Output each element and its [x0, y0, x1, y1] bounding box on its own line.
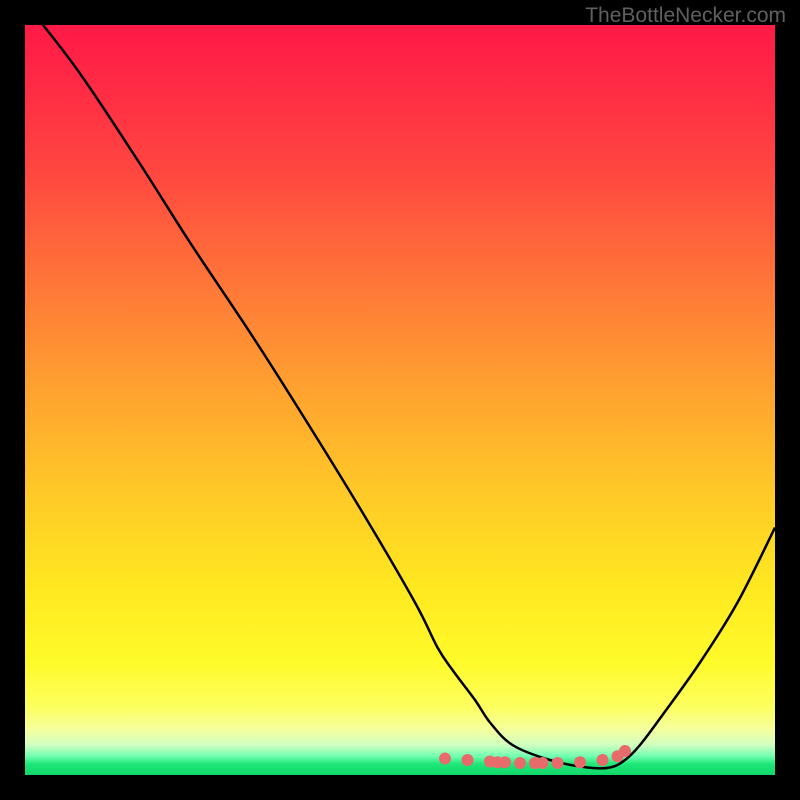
highlight-dot	[439, 753, 451, 765]
highlight-dot	[484, 756, 496, 768]
highlight-dot	[529, 757, 541, 769]
highlight-dot	[552, 757, 564, 769]
highlight-dots	[439, 745, 631, 769]
highlight-dot	[499, 756, 511, 768]
highlight-dot	[597, 754, 609, 766]
watermark-text: TheBottleNecker.com	[585, 4, 786, 28]
highlight-dot	[612, 750, 624, 762]
bottleneck-curve	[25, 25, 775, 768]
highlight-dot	[514, 757, 526, 769]
highlight-dot	[492, 756, 504, 768]
chart-plot-area	[25, 25, 775, 775]
highlight-dot	[619, 745, 631, 757]
highlight-dot	[537, 757, 549, 769]
highlight-dot	[574, 756, 586, 768]
chart-svg	[25, 25, 775, 775]
highlight-dot	[462, 754, 474, 766]
